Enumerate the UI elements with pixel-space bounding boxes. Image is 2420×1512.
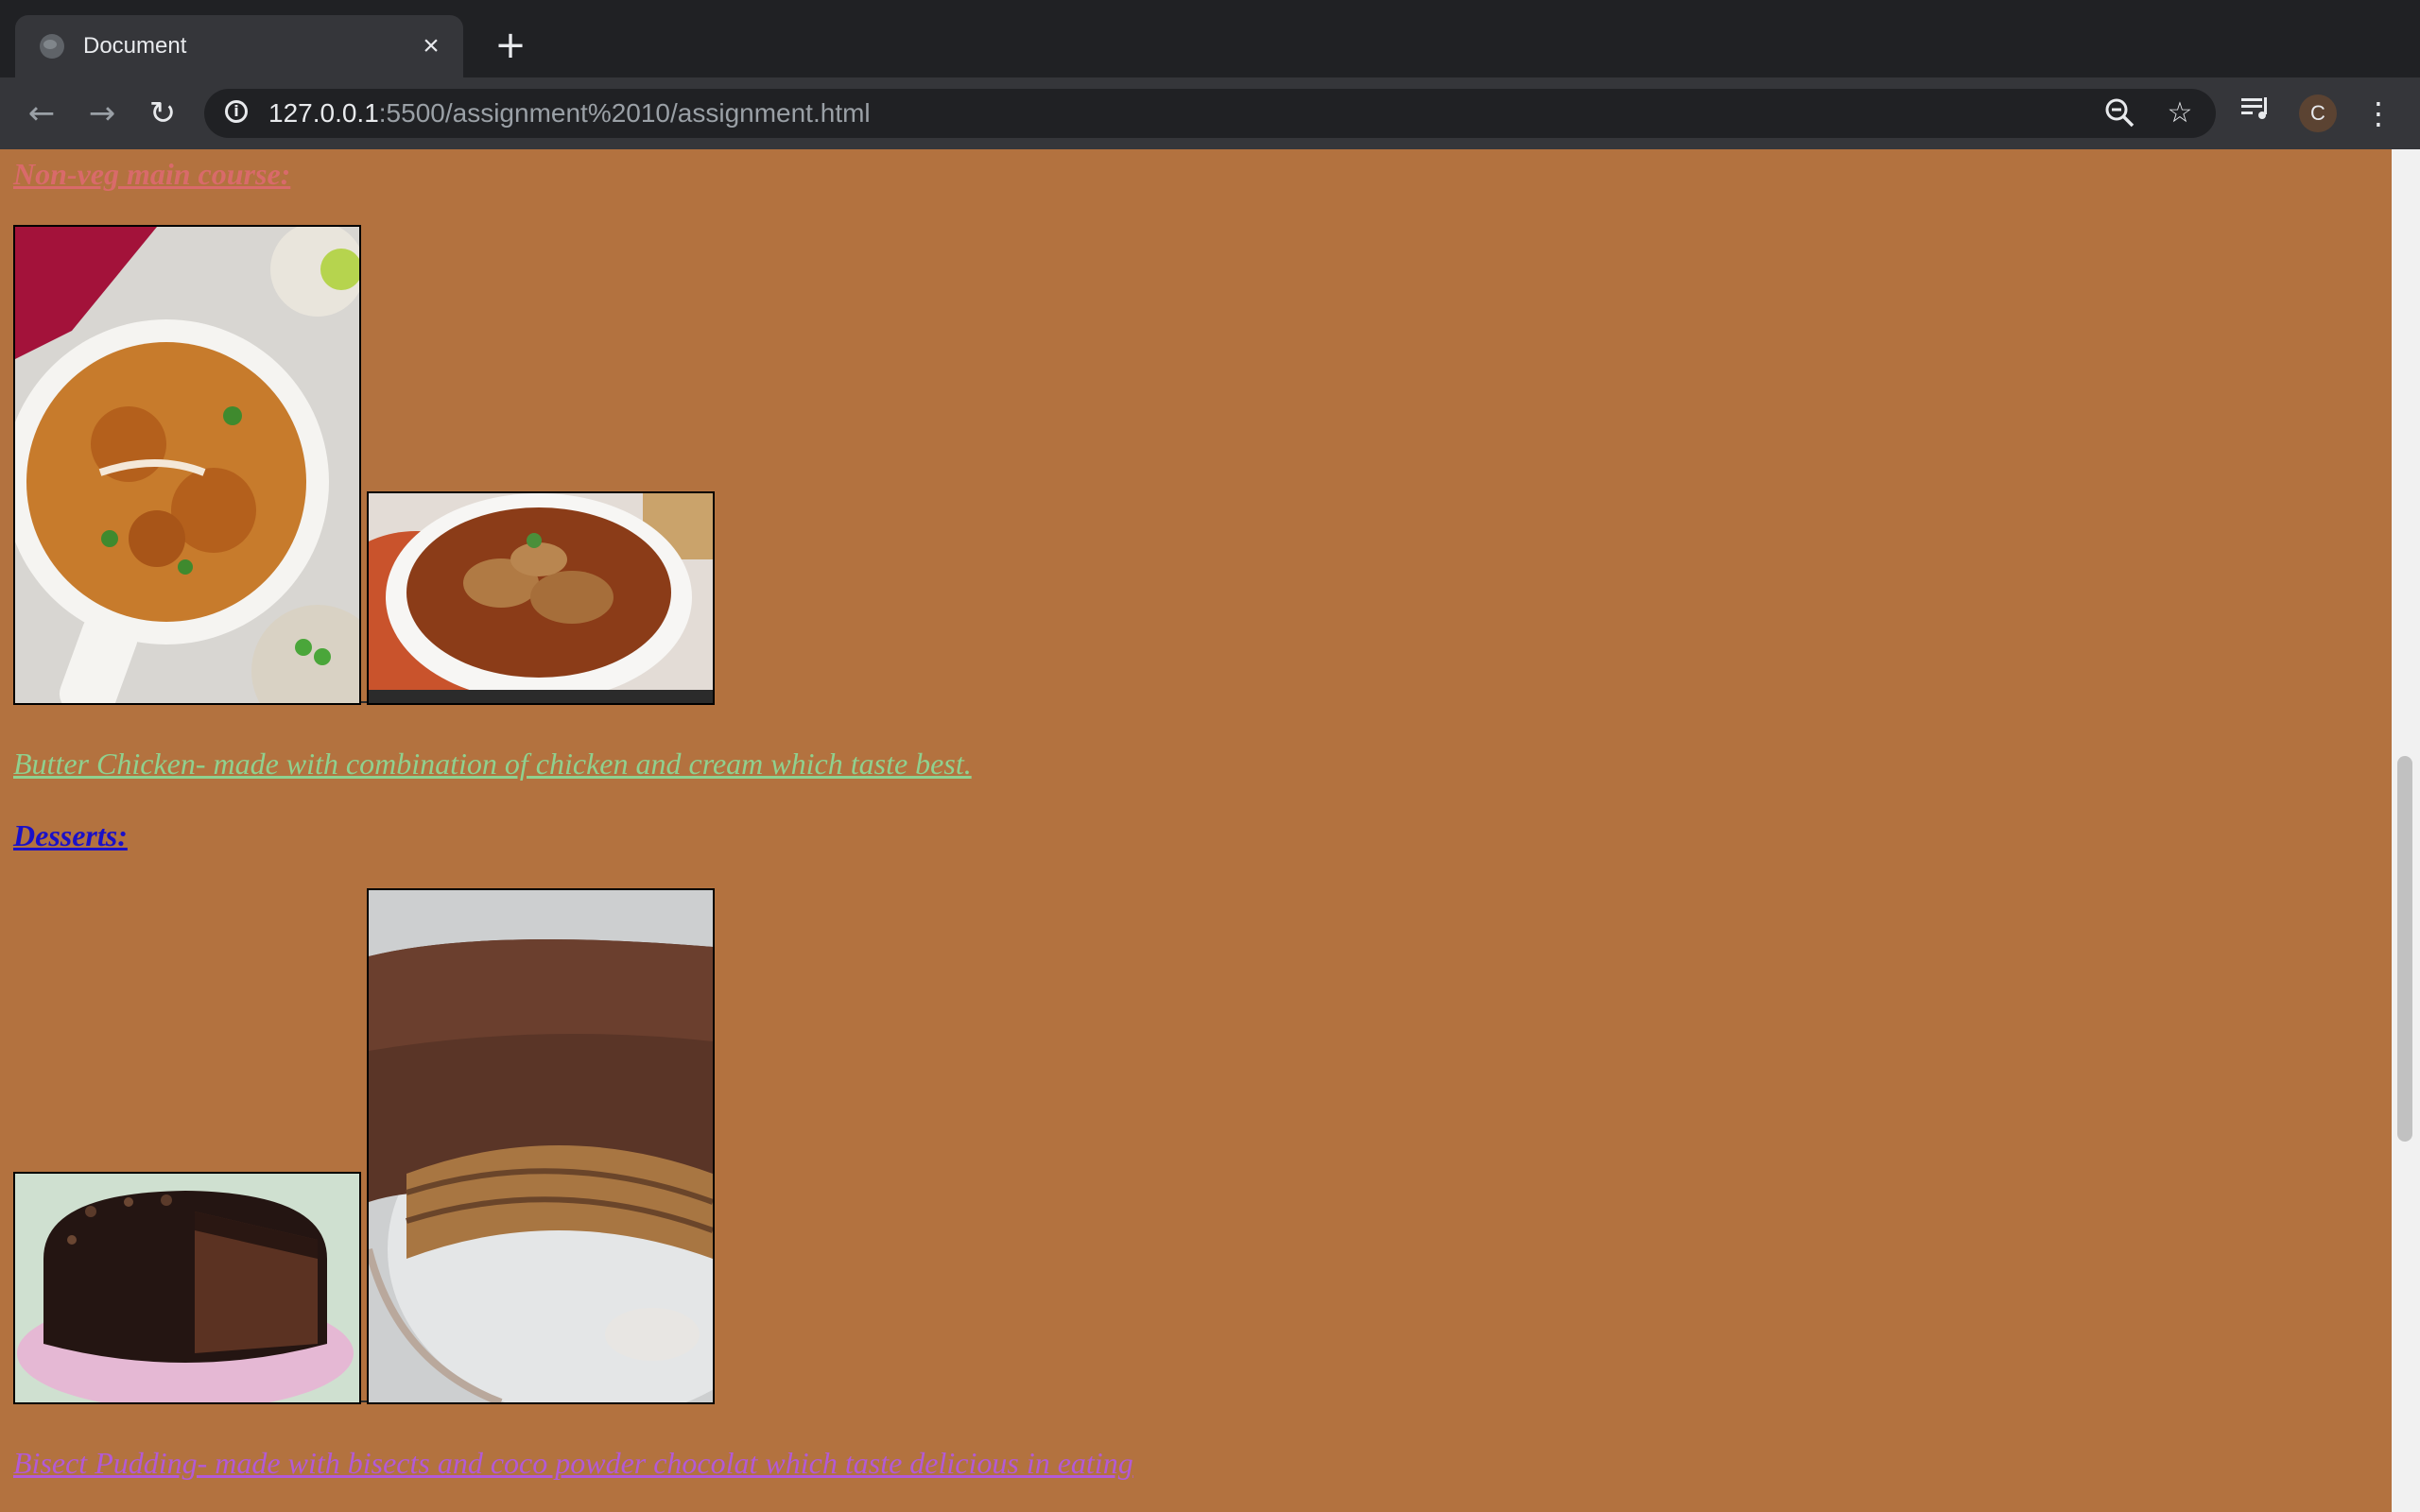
tab-strip: Document × +	[0, 0, 2420, 77]
page-scrollbar[interactable]	[2392, 149, 2420, 1512]
page-viewport: Non-veg main course: Butter Chicken- mad…	[0, 149, 2392, 1512]
media-control-icon[interactable]	[2233, 91, 2278, 136]
profile-avatar[interactable]: C	[2299, 94, 2337, 132]
chocolate-cake-image[interactable]	[13, 1172, 361, 1404]
butter-chicken-image[interactable]	[13, 225, 361, 705]
forward-arrow-icon[interactable]: →	[79, 91, 125, 136]
url-path: :5500/assignment%2010/assignment.html	[378, 98, 871, 128]
desserts-caption[interactable]: Bisect Pudding- made with bisects and co…	[13, 1446, 1133, 1481]
url-text[interactable]: 127.0.0.1:5500/assignment%2010/assignmen…	[268, 98, 871, 129]
reload-icon[interactable]: ↻	[140, 91, 185, 136]
bookmark-star-icon[interactable]: ☆	[2163, 96, 2197, 130]
close-tab-icon[interactable]: ×	[418, 32, 444, 60]
browser-toolbar: ← → ↻ i 127.0.0.1:5500/assignment%2010/a…	[0, 77, 2420, 149]
scrollbar-thumb[interactable]	[2397, 756, 2412, 1142]
nonveg-heading[interactable]: Non-veg main course:	[13, 157, 290, 192]
zoom-icon[interactable]	[2102, 96, 2136, 130]
site-info-icon[interactable]: i	[225, 100, 248, 123]
back-arrow-icon[interactable]: ←	[19, 91, 64, 136]
nonveg-caption[interactable]: Butter Chicken- made with combination of…	[13, 747, 972, 782]
new-tab-button[interactable]: +	[488, 25, 533, 70]
address-bar[interactable]: i 127.0.0.1:5500/assignment%2010/assignm…	[204, 89, 2216, 138]
biscuit-pudding-image[interactable]	[367, 888, 715, 1404]
globe-favicon-icon	[40, 34, 64, 59]
tab-title: Document	[83, 33, 187, 59]
desserts-heading[interactable]: Desserts:	[13, 818, 128, 853]
kebab-menu-icon[interactable]: ⋮	[2356, 91, 2401, 136]
url-host: 127.0.0.1	[268, 98, 379, 128]
tab-document[interactable]: Document ×	[15, 15, 463, 77]
chicken-curry-image[interactable]	[367, 491, 715, 705]
